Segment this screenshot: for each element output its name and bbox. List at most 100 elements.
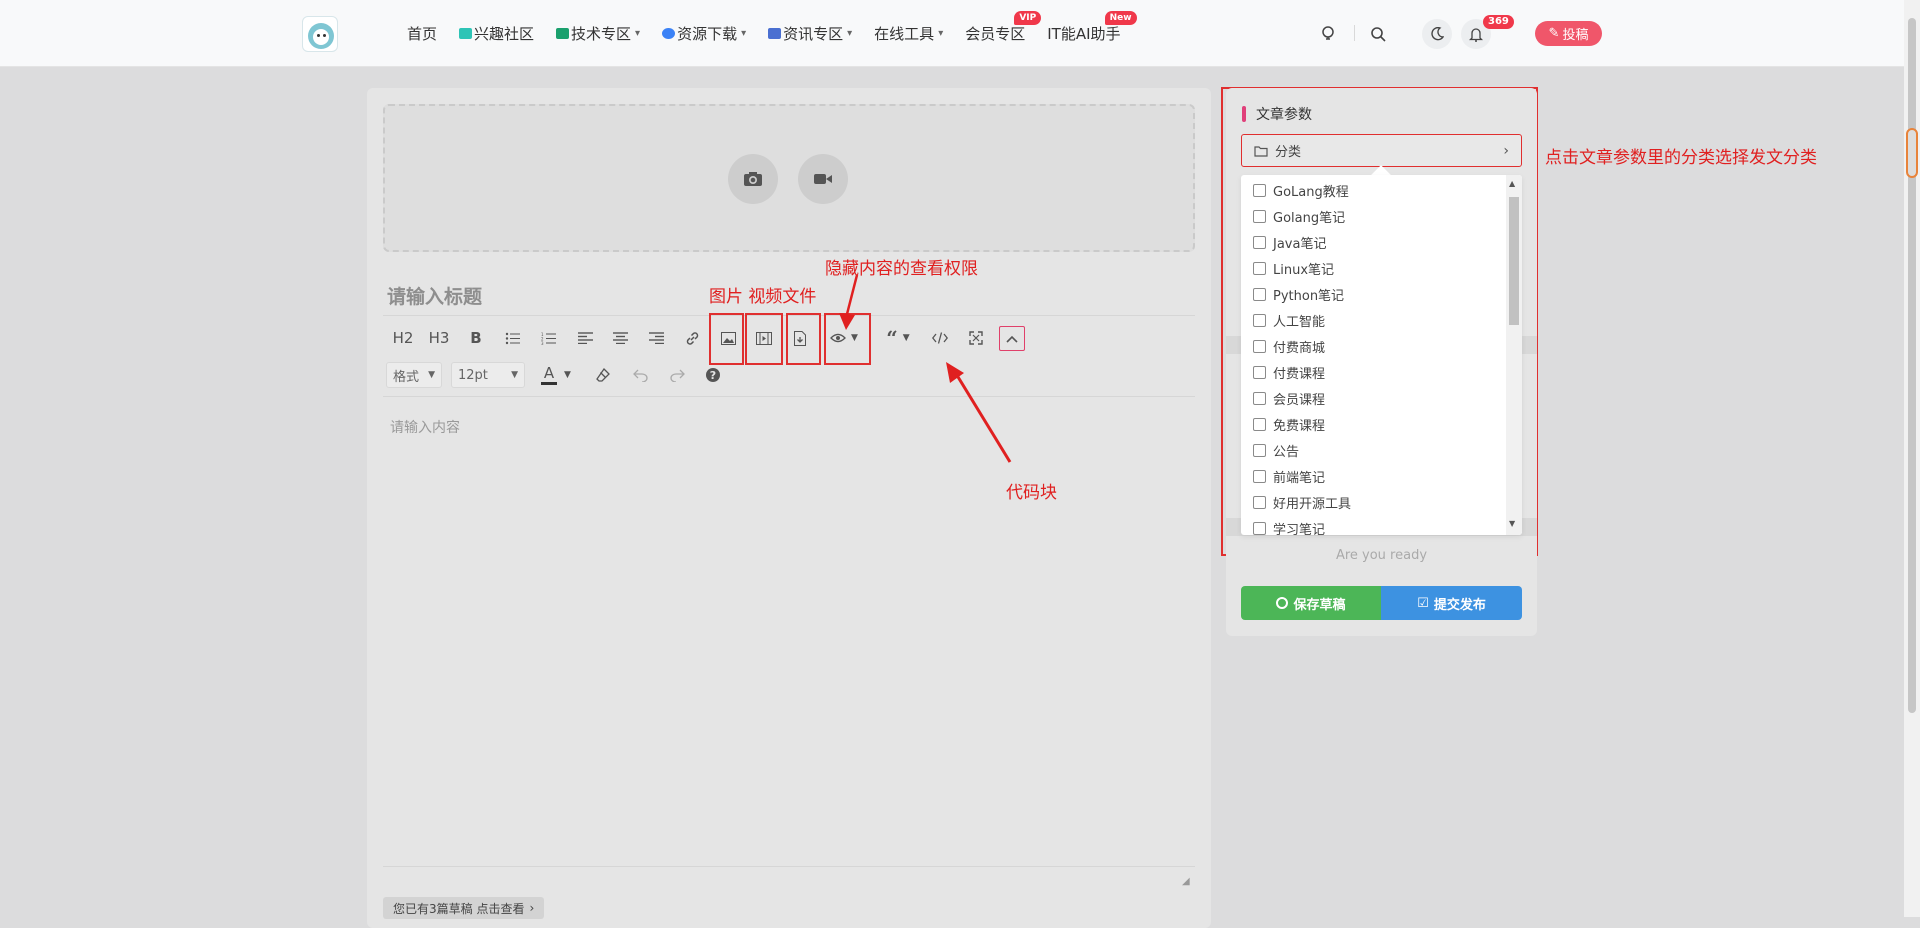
scroll-indicator[interactable]: [1906, 128, 1918, 178]
fullscreen-icon[interactable]: [965, 325, 987, 351]
checkbox[interactable]: [1253, 209, 1266, 223]
category-option[interactable]: 好用开源工具: [1241, 489, 1505, 515]
category-option[interactable]: 免费课程: [1241, 411, 1505, 437]
nav-item-community[interactable]: 兴趣社区: [459, 23, 534, 44]
page-scrollbar[interactable]: [1904, 0, 1920, 917]
checkbox[interactable]: [1253, 365, 1266, 379]
align-right-icon[interactable]: [645, 325, 667, 351]
align-left-icon[interactable]: [574, 325, 596, 351]
category-option[interactable]: 付费课程: [1241, 359, 1505, 385]
checkbox[interactable]: [1253, 443, 1266, 457]
video-camera-icon[interactable]: [798, 154, 848, 204]
category-select[interactable]: 分类 ›: [1241, 134, 1522, 167]
dropdown-scrollbar[interactable]: ▲ ▼: [1506, 175, 1522, 535]
scroll-down-icon[interactable]: ▼: [1509, 519, 1515, 528]
media-upload-area[interactable]: [383, 104, 1195, 252]
tech-icon: [556, 28, 570, 39]
post-button[interactable]: ✎ 投稿: [1535, 21, 1602, 46]
save-draft-button[interactable]: 保存草稿: [1241, 586, 1381, 620]
quote-button[interactable]: “ ▼: [880, 325, 916, 351]
nav-item-news[interactable]: 资讯专区 ▾: [768, 23, 852, 44]
link-icon[interactable]: [681, 325, 703, 351]
dark-mode-toggle[interactable]: [1422, 19, 1452, 49]
category-option[interactable]: 会员课程: [1241, 385, 1505, 411]
annotation-category: 点击文章参数里的分类选择发文分类: [1545, 148, 1817, 168]
check-square-icon: ☑: [1417, 595, 1429, 611]
save-icon: [1276, 597, 1289, 609]
align-center-icon[interactable]: [609, 325, 631, 351]
nav-item-tools[interactable]: 在线工具 ▾: [874, 23, 943, 44]
checkbox[interactable]: [1253, 339, 1266, 353]
submit-publish-button[interactable]: ☑ 提交发布: [1381, 586, 1522, 620]
caret-down-icon: ▼: [902, 333, 910, 343]
checkbox[interactable]: [1253, 261, 1266, 275]
editor-bottom-divider: [383, 866, 1195, 867]
quote-icon: “: [886, 326, 898, 350]
checkbox[interactable]: [1253, 287, 1266, 301]
eraser-icon[interactable]: [592, 362, 614, 388]
checkbox[interactable]: [1253, 183, 1266, 197]
checkbox[interactable]: [1253, 391, 1266, 405]
chevron-down-icon: ▾: [635, 28, 641, 39]
undo-icon[interactable]: [629, 362, 651, 388]
pencil-icon: ✎: [1548, 26, 1560, 41]
category-option[interactable]: 付费商城: [1241, 333, 1505, 359]
chevron-down-icon: ▾: [741, 28, 747, 39]
site-logo[interactable]: [302, 16, 338, 52]
heading2-button[interactable]: H2: [390, 325, 416, 351]
heading3-button[interactable]: H3: [426, 325, 452, 351]
highlight-image-button: [709, 313, 744, 365]
category-option[interactable]: 人工智能: [1241, 307, 1505, 333]
chevron-up-icon: [1006, 335, 1018, 343]
category-option[interactable]: Python笔记: [1241, 281, 1505, 307]
drafts-link[interactable]: 您已有3篇草稿 点击查看 ›: [383, 897, 545, 919]
camera-icon[interactable]: [728, 154, 778, 204]
top-navbar: 首页 兴趣社区 技术专区 ▾ 资源下载 ▾ 资讯专区 ▾ 在线工具 ▾ 会员专区 VIP…: [0, 0, 1904, 67]
nav-item-downloads[interactable]: 资源下载 ▾: [662, 23, 746, 44]
category-option-label: 前端笔记: [1273, 470, 1326, 486]
resize-handle-icon[interactable]: ◢: [1182, 876, 1192, 887]
numbered-list-icon[interactable]: 123: [538, 325, 560, 351]
nav-item-vip[interactable]: 会员专区 VIP: [965, 11, 1042, 44]
nav-item-home[interactable]: 首页: [407, 23, 437, 44]
font-color-button[interactable]: A ▼: [536, 362, 576, 388]
redo-icon[interactable]: [666, 362, 688, 388]
checkbox[interactable]: [1253, 313, 1266, 327]
checkbox[interactable]: [1253, 495, 1266, 509]
category-option-label: 免费课程: [1273, 418, 1326, 434]
category-option[interactable]: 前端笔记: [1241, 463, 1505, 489]
bold-button[interactable]: B: [466, 325, 486, 351]
search-icon[interactable]: [1363, 19, 1393, 49]
code-block-icon[interactable]: [929, 325, 951, 351]
scrollbar-thumb[interactable]: [1509, 197, 1519, 325]
format-select[interactable]: 格式 ▼: [386, 362, 442, 388]
toolbar-divider: [383, 396, 1195, 397]
page-scrollbar-thumb[interactable]: [1908, 18, 1916, 713]
checkbox[interactable]: [1253, 417, 1266, 431]
font-size-select[interactable]: 12pt ▼: [451, 362, 525, 388]
checkbox[interactable]: [1253, 521, 1266, 535]
nav-item-tech[interactable]: 技术专区 ▾: [556, 23, 640, 44]
nav-item-ai[interactable]: IT能AI助手 New: [1047, 11, 1137, 44]
scroll-up-icon[interactable]: ▲: [1509, 179, 1515, 188]
database-icon: [662, 28, 676, 39]
color-swatch: [541, 381, 558, 385]
collapse-toolbar-button[interactable]: [999, 326, 1025, 351]
checkbox[interactable]: [1253, 235, 1266, 249]
category-option[interactable]: GoLang教程: [1241, 177, 1505, 203]
category-option-label: 公告: [1273, 444, 1300, 460]
bullet-list-icon[interactable]: [502, 325, 524, 351]
checkbox[interactable]: [1253, 469, 1266, 483]
chevron-right-icon: ›: [529, 901, 535, 915]
category-option-label: 好用开源工具: [1273, 496, 1352, 512]
caret-down-icon: ▼: [564, 370, 571, 380]
category-option[interactable]: Golang笔记: [1241, 203, 1505, 229]
category-option[interactable]: Linux笔记: [1241, 255, 1505, 281]
lightbulb-icon[interactable]: [1313, 19, 1343, 49]
help-icon[interactable]: ?: [702, 362, 724, 388]
category-option[interactable]: 学习笔记: [1241, 515, 1505, 535]
category-option[interactable]: Java笔记: [1241, 229, 1505, 255]
category-option[interactable]: 公告: [1241, 437, 1505, 463]
content-placeholder[interactable]: 请输入内容: [390, 417, 460, 437]
chevron-down-icon: ▾: [938, 28, 944, 39]
